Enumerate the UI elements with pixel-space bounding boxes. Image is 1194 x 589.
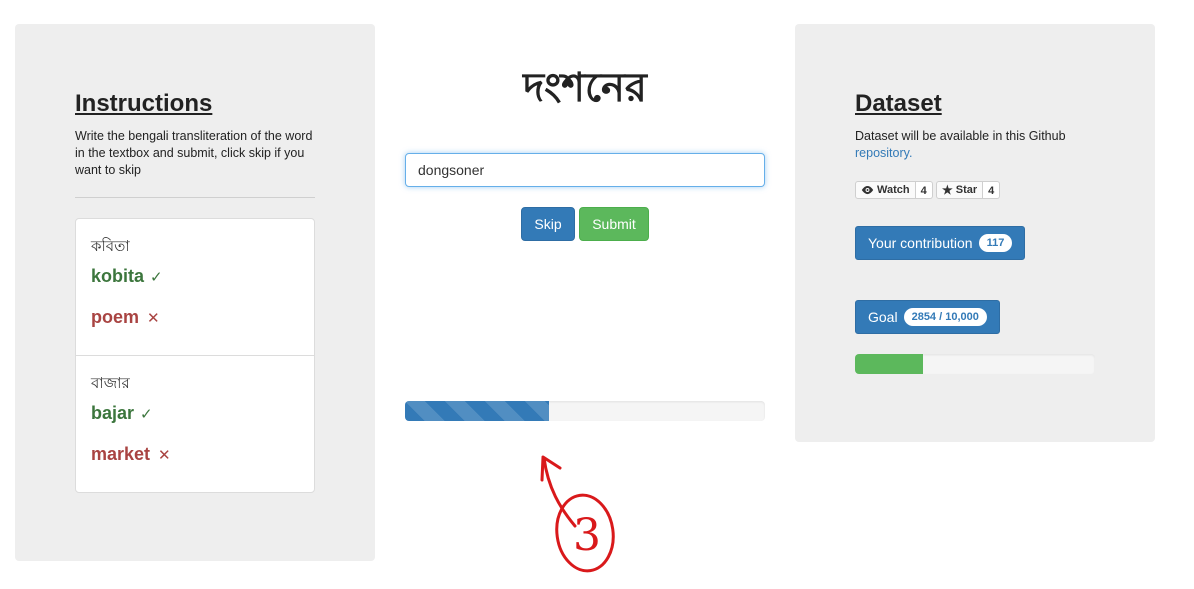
instructions-title: Instructions — [75, 90, 213, 117]
contribution-badge: 117 — [978, 234, 1013, 252]
wrong-text: market — [91, 444, 151, 464]
goal-progress-fill — [855, 354, 924, 374]
example-bengali-word: কবিতা — [91, 237, 130, 255]
check-icon: ✓ — [150, 269, 163, 286]
example-wrong-answer: poem ✕ — [91, 307, 160, 328]
dataset-panel: Dataset Dataset will be available in thi… — [795, 24, 1155, 442]
github-watch-button[interactable]: Watch 4 — [855, 181, 933, 199]
watch-count[interactable]: 4 — [915, 181, 933, 199]
annotation-label: 3 — [573, 510, 601, 561]
instructions-panel: Instructions Write the bengali translite… — [15, 24, 375, 561]
star-label-box[interactable]: ★ Star — [936, 181, 984, 199]
session-progress-fill — [405, 401, 549, 421]
goal-badge: 2854 / 10,000 — [903, 308, 987, 326]
star-label: Star — [955, 184, 978, 196]
divider — [75, 197, 315, 198]
skip-button[interactable]: Skip — [521, 207, 575, 241]
example-correct-answer: bajar ✓ — [91, 403, 153, 424]
example-correct-answer: kobita ✓ — [91, 266, 163, 287]
example-bengali-word: বাজার — [91, 374, 130, 392]
cross-icon: ✕ — [158, 447, 171, 464]
watch-label-box[interactable]: Watch — [855, 181, 916, 199]
contribution-label: Your contribution — [868, 235, 973, 251]
session-progress-bar — [405, 401, 765, 421]
contribution-button[interactable]: Your contribution 117 — [855, 226, 1026, 260]
goal-button[interactable]: Goal 2854 / 10,000 — [855, 300, 1000, 334]
example-wrong-answer: market ✕ — [91, 444, 171, 465]
dataset-text: Dataset will be available in this Github… — [855, 128, 1105, 162]
check-icon: ✓ — [140, 406, 153, 423]
star-count[interactable]: 4 — [983, 181, 1001, 199]
goal-label: Goal — [868, 309, 898, 325]
repository-link[interactable]: repository. — [855, 146, 912, 160]
correct-text: bajar — [91, 403, 135, 423]
transliteration-input[interactable] — [405, 153, 765, 187]
github-star-button[interactable]: ★ Star 4 — [936, 181, 1001, 199]
examples-list: কবিতা kobita ✓ poem ✕ বাজার bajar ✓ market ✕ — [75, 218, 315, 493]
wrong-text: poem — [91, 307, 140, 327]
dataset-description: Dataset will be available in this Github — [855, 129, 1066, 143]
example-item: কবিতা kobita ✓ poem ✕ — [76, 219, 314, 356]
cross-icon: ✕ — [147, 310, 160, 327]
watch-label: Watch — [877, 184, 910, 196]
example-item: বাজার bajar ✓ market ✕ — [76, 356, 314, 492]
goal-progress-bar — [855, 354, 1095, 374]
star-icon: ★ — [942, 183, 953, 197]
handwritten-annotation: 3 — [540, 455, 615, 573]
dataset-title: Dataset — [855, 90, 942, 117]
eye-icon — [861, 185, 874, 195]
instructions-text: Write the bengali transliteration of the… — [75, 129, 313, 177]
correct-text: kobita — [91, 266, 145, 286]
bengali-word-title: দংশনের — [523, 64, 647, 111]
submit-button[interactable]: Submit — [579, 207, 649, 241]
